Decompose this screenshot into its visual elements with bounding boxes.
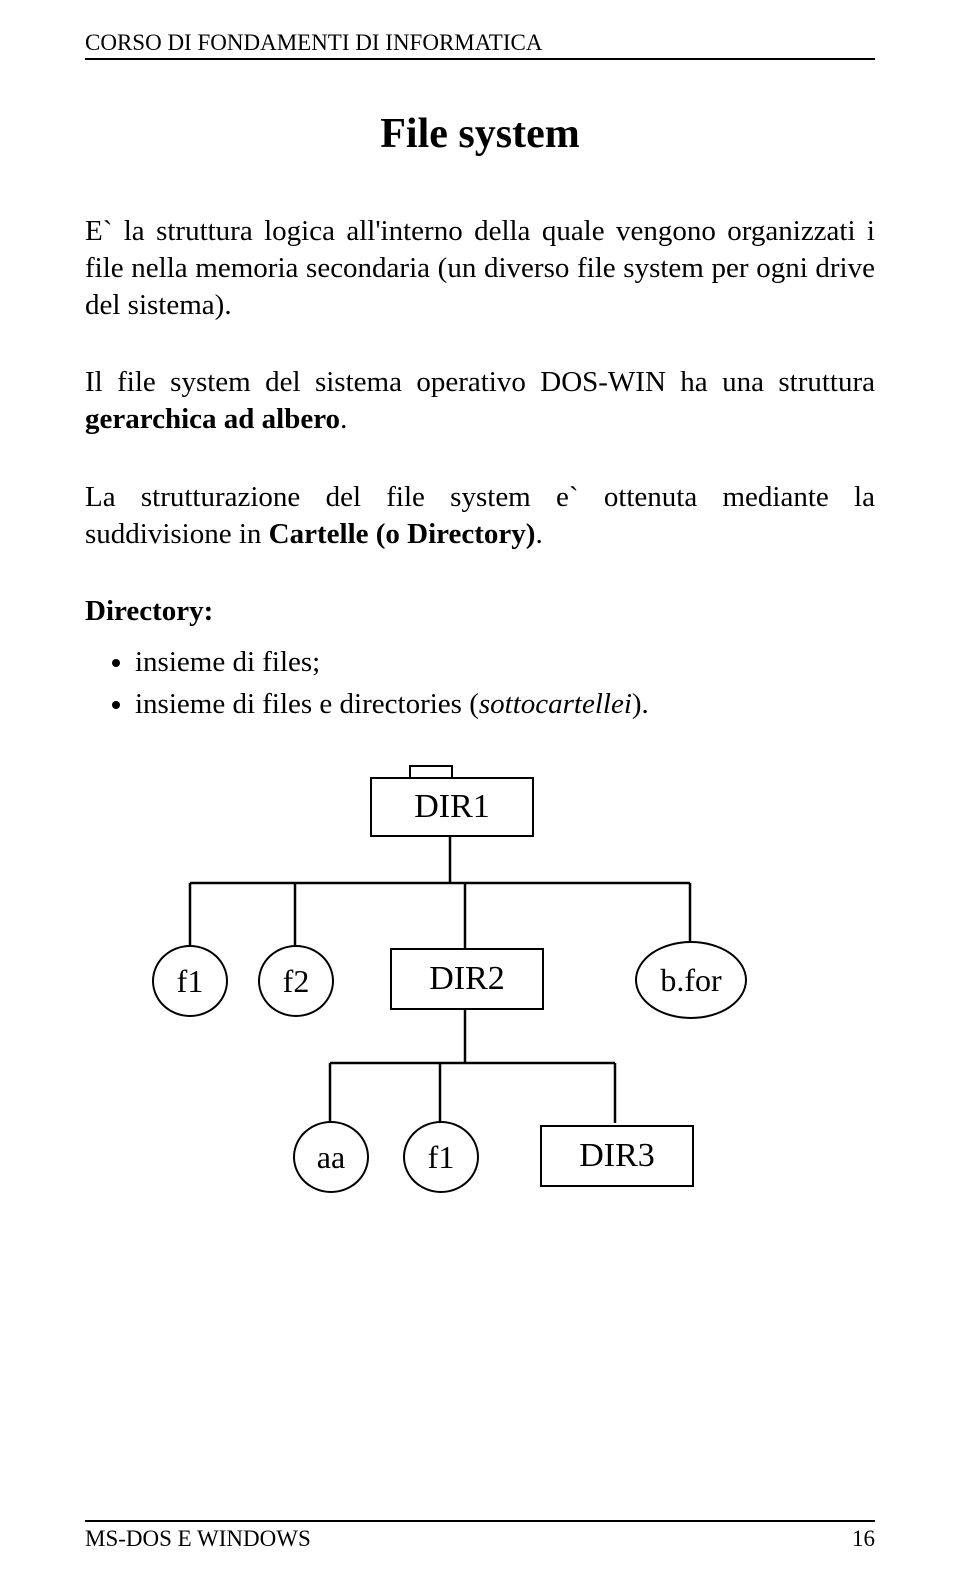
node-bfor: b.for [635, 941, 747, 1019]
p3-text-c: . [535, 518, 542, 550]
node-dir3: DIR3 [540, 1125, 694, 1187]
directory-heading: Directory: [85, 593, 875, 630]
course-header: CORSO DI FONDAMENTI DI INFORMATICA [85, 30, 875, 60]
paragraph-2: Il file system del sistema operativo DOS… [85, 364, 875, 438]
footer-right: 16 [852, 1526, 875, 1552]
node-aa: aa [293, 1121, 369, 1193]
node-f1-top: f1 [152, 945, 228, 1017]
p2-text-c: . [340, 403, 347, 435]
node-dir1: DIR1 [370, 777, 534, 837]
paragraph-1: E` la struttura logica all'interno della… [85, 213, 875, 324]
b2-a: insieme di files e directories ( [135, 688, 479, 720]
paragraph-3: La strutturazione del file system e` ott… [85, 479, 875, 553]
bullet-2: insieme di files e directories (sottocar… [135, 686, 875, 724]
page-title: File system [85, 110, 875, 158]
page-footer: MS-DOS E WINDOWS 16 [85, 1520, 875, 1552]
p3-text-b: Cartelle (o Directory) [269, 518, 536, 550]
node-f2: f2 [258, 945, 334, 1017]
b2-c: ). [632, 688, 649, 720]
tree-diagram: DIR1 f1 f2 DIR2 b.for aa f1 DIR3 [90, 753, 870, 1223]
footer-left: MS-DOS E WINDOWS [85, 1526, 311, 1552]
p2-text-b: gerarchica ad albero [85, 403, 340, 435]
node-f1-bottom: f1 [403, 1121, 479, 1193]
node-dir2: DIR2 [390, 948, 544, 1010]
bullet-1: insieme di files; [135, 644, 875, 682]
b2-b: sottocartellei [479, 688, 632, 720]
p2-text-a: Il file system del sistema operativo DOS… [85, 366, 875, 398]
directory-bullets: insieme di files; insieme di files e dir… [85, 644, 875, 723]
